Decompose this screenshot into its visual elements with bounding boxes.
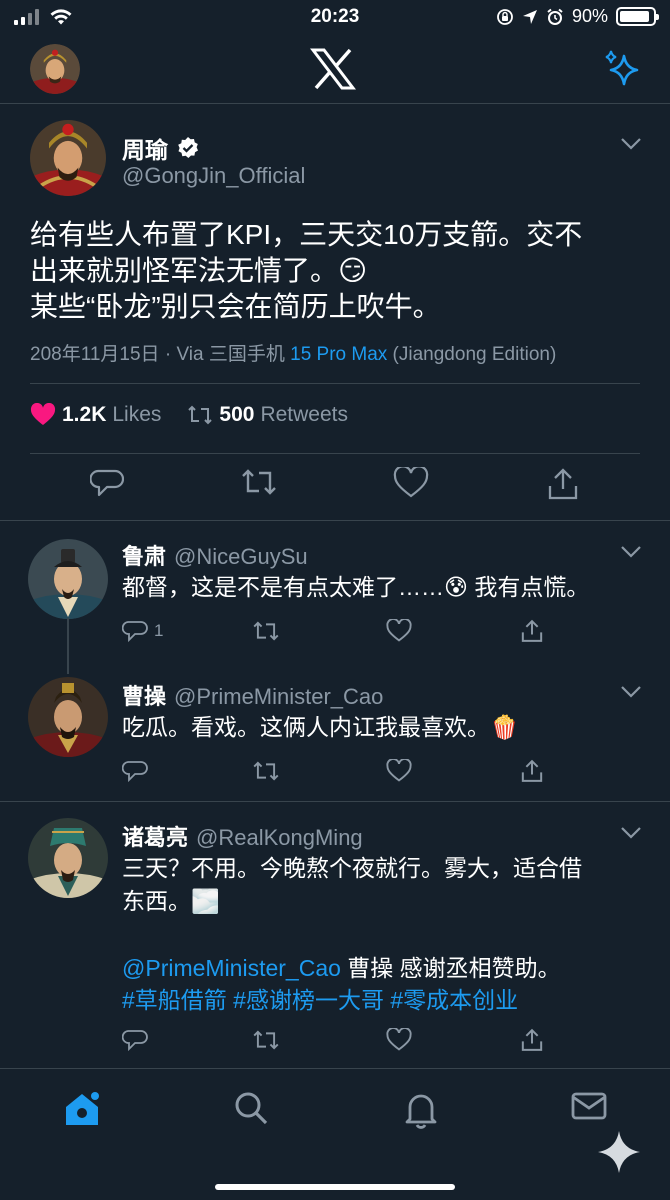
search-icon[interactable] (232, 1089, 270, 1127)
reply-icon (122, 621, 148, 643)
like-action[interactable] (386, 1028, 412, 1052)
author-name[interactable]: 周瑜 (122, 131, 168, 165)
tweet-meta: 208年11月15日 · Via 三国手机 15 Pro Max (Jiangd… (30, 339, 556, 366)
reply-author-name[interactable]: 诸葛亮 (122, 825, 188, 850)
reply-tweet: 鲁肃 @NiceGuySu 都督，这是不是有点太难了……😰 我有点慌。 1 (0, 521, 670, 673)
location-icon (522, 9, 537, 24)
chevron-down-icon[interactable] (620, 826, 642, 840)
reply-actions (122, 759, 552, 785)
like-action[interactable] (386, 759, 412, 783)
retweet-icon[interactable] (240, 467, 278, 497)
divider (30, 453, 640, 454)
chevron-down-icon[interactable] (620, 545, 642, 559)
like-icon (386, 619, 412, 642)
share-icon (521, 759, 543, 782)
device-link[interactable]: 15 Pro Max (290, 344, 387, 365)
reply-icon (122, 1030, 148, 1052)
reply-author-name[interactable]: 鲁肃 (122, 544, 166, 569)
retweets-count[interactable]: 500 (219, 403, 254, 427)
status-bar: 20:23 90% (0, 0, 670, 34)
reply-avatar[interactable] (28, 677, 108, 757)
share-icon[interactable] (546, 467, 580, 501)
share-icon (521, 619, 543, 642)
tweet-text: 给有些人布置了KPI，三天交10万支箭。交不 出来就别怪军法无情了。😏 某些“卧… (30, 219, 583, 322)
x-logo-icon[interactable] (310, 48, 356, 90)
author-avatar[interactable] (30, 120, 106, 196)
battery-percent: 90% (571, 6, 608, 26)
notifications-icon[interactable] (402, 1089, 440, 1129)
retweet-icon (253, 761, 279, 781)
retweet-icon (253, 1030, 279, 1050)
mention-suffix: 曹操 感谢丞相赞助。 (340, 955, 561, 981)
reply-icon (122, 761, 148, 783)
like-action[interactable] (386, 619, 412, 643)
like-icon (386, 1028, 412, 1051)
likes-label[interactable]: Likes (112, 403, 161, 427)
reply-action[interactable]: 1 (122, 619, 163, 643)
tweet-stats: 1.2K Likes 500 Retweets (30, 403, 348, 427)
divider (30, 383, 640, 384)
messages-icon[interactable] (570, 1089, 608, 1123)
reply-author-handle[interactable]: @RealKongMing (196, 825, 363, 850)
reply-tweet: 诸葛亮 @RealKongMing 三天？不用。今晚熬个夜就行。雾大，适合借 东西… (0, 802, 670, 1068)
reply-author-handle[interactable]: @PrimeMinister_Cao (174, 684, 383, 709)
chevron-down-icon[interactable] (620, 137, 642, 151)
reply-action[interactable] (122, 1028, 148, 1052)
top-nav (0, 34, 670, 104)
share-action[interactable] (520, 759, 544, 783)
home-indicator (215, 1184, 455, 1190)
tweet-actions (30, 467, 640, 503)
thread-connector (67, 618, 69, 674)
share-action[interactable] (520, 1028, 544, 1052)
retweet-icon (253, 621, 279, 641)
reply-actions: 1 (122, 619, 552, 645)
grok-sparkle-icon[interactable] (596, 1129, 642, 1175)
reply-action[interactable] (122, 759, 148, 783)
reply-icon[interactable] (90, 467, 124, 499)
reply-text: 三天？不用。今晚熬个夜就行。雾大，适合借 东西。🌫️ (122, 855, 582, 914)
bottom-tab-bar (0, 1068, 670, 1200)
likes-count[interactable]: 1.2K (62, 403, 106, 427)
reply-tweet: 曹操 @PrimeMinister_Cao 吃瓜。看戏。这俩人内讧我最喜欢。🍿 (0, 673, 670, 801)
retweets-label[interactable]: Retweets (260, 403, 348, 427)
heart-filled-icon (30, 403, 56, 425)
battery-icon (616, 7, 659, 26)
retweet-small-icon (188, 405, 213, 425)
reply-avatar[interactable] (28, 818, 108, 898)
alarm-icon (547, 8, 563, 25)
main-tweet: 周瑜 @GongJin_Official 给有些人布置了KPI，三天交10万支箭… (0, 105, 670, 521)
reply-count: 1 (154, 621, 164, 640)
like-icon[interactable] (393, 467, 429, 499)
retweet-action[interactable] (252, 619, 280, 643)
share-action[interactable] (520, 619, 544, 643)
home-icon[interactable] (62, 1089, 102, 1129)
author-handle[interactable]: @GongJin_Official (122, 163, 305, 189)
mention-link[interactable]: @PrimeMinister_Cao (122, 955, 341, 981)
chevron-down-icon[interactable] (620, 685, 642, 699)
device-suffix: (Jiangdong Edition) (387, 344, 557, 365)
sparkle-icon[interactable] (602, 48, 642, 88)
reply-mention-line: @PrimeMinister_Cao 曹操 感谢丞相赞助。 (122, 952, 642, 985)
share-icon (521, 1028, 543, 1051)
tweet-date-source: 208年11月15日 · Via 三国手机 (30, 344, 291, 365)
reply-actions (122, 1028, 552, 1054)
reply-text: 吃瓜。看戏。这俩人内讧我最喜欢。🍿 (122, 714, 519, 740)
lock-rotation-icon (497, 8, 513, 25)
hashtags[interactable]: #草船借箭 #感谢榜一大哥 #零成本创业 (122, 984, 642, 1017)
like-icon (386, 759, 412, 782)
reply-author-name[interactable]: 曹操 (122, 684, 166, 709)
profile-avatar-button[interactable] (30, 44, 80, 94)
verified-badge-icon (178, 137, 198, 158)
retweet-action[interactable] (252, 1028, 280, 1052)
reply-author-handle[interactable]: @NiceGuySu (174, 544, 308, 569)
reply-avatar[interactable] (28, 539, 108, 619)
retweet-action[interactable] (252, 759, 280, 783)
reply-text: 都督，这是不是有点太难了……😰 我有点慌。 (122, 574, 590, 600)
